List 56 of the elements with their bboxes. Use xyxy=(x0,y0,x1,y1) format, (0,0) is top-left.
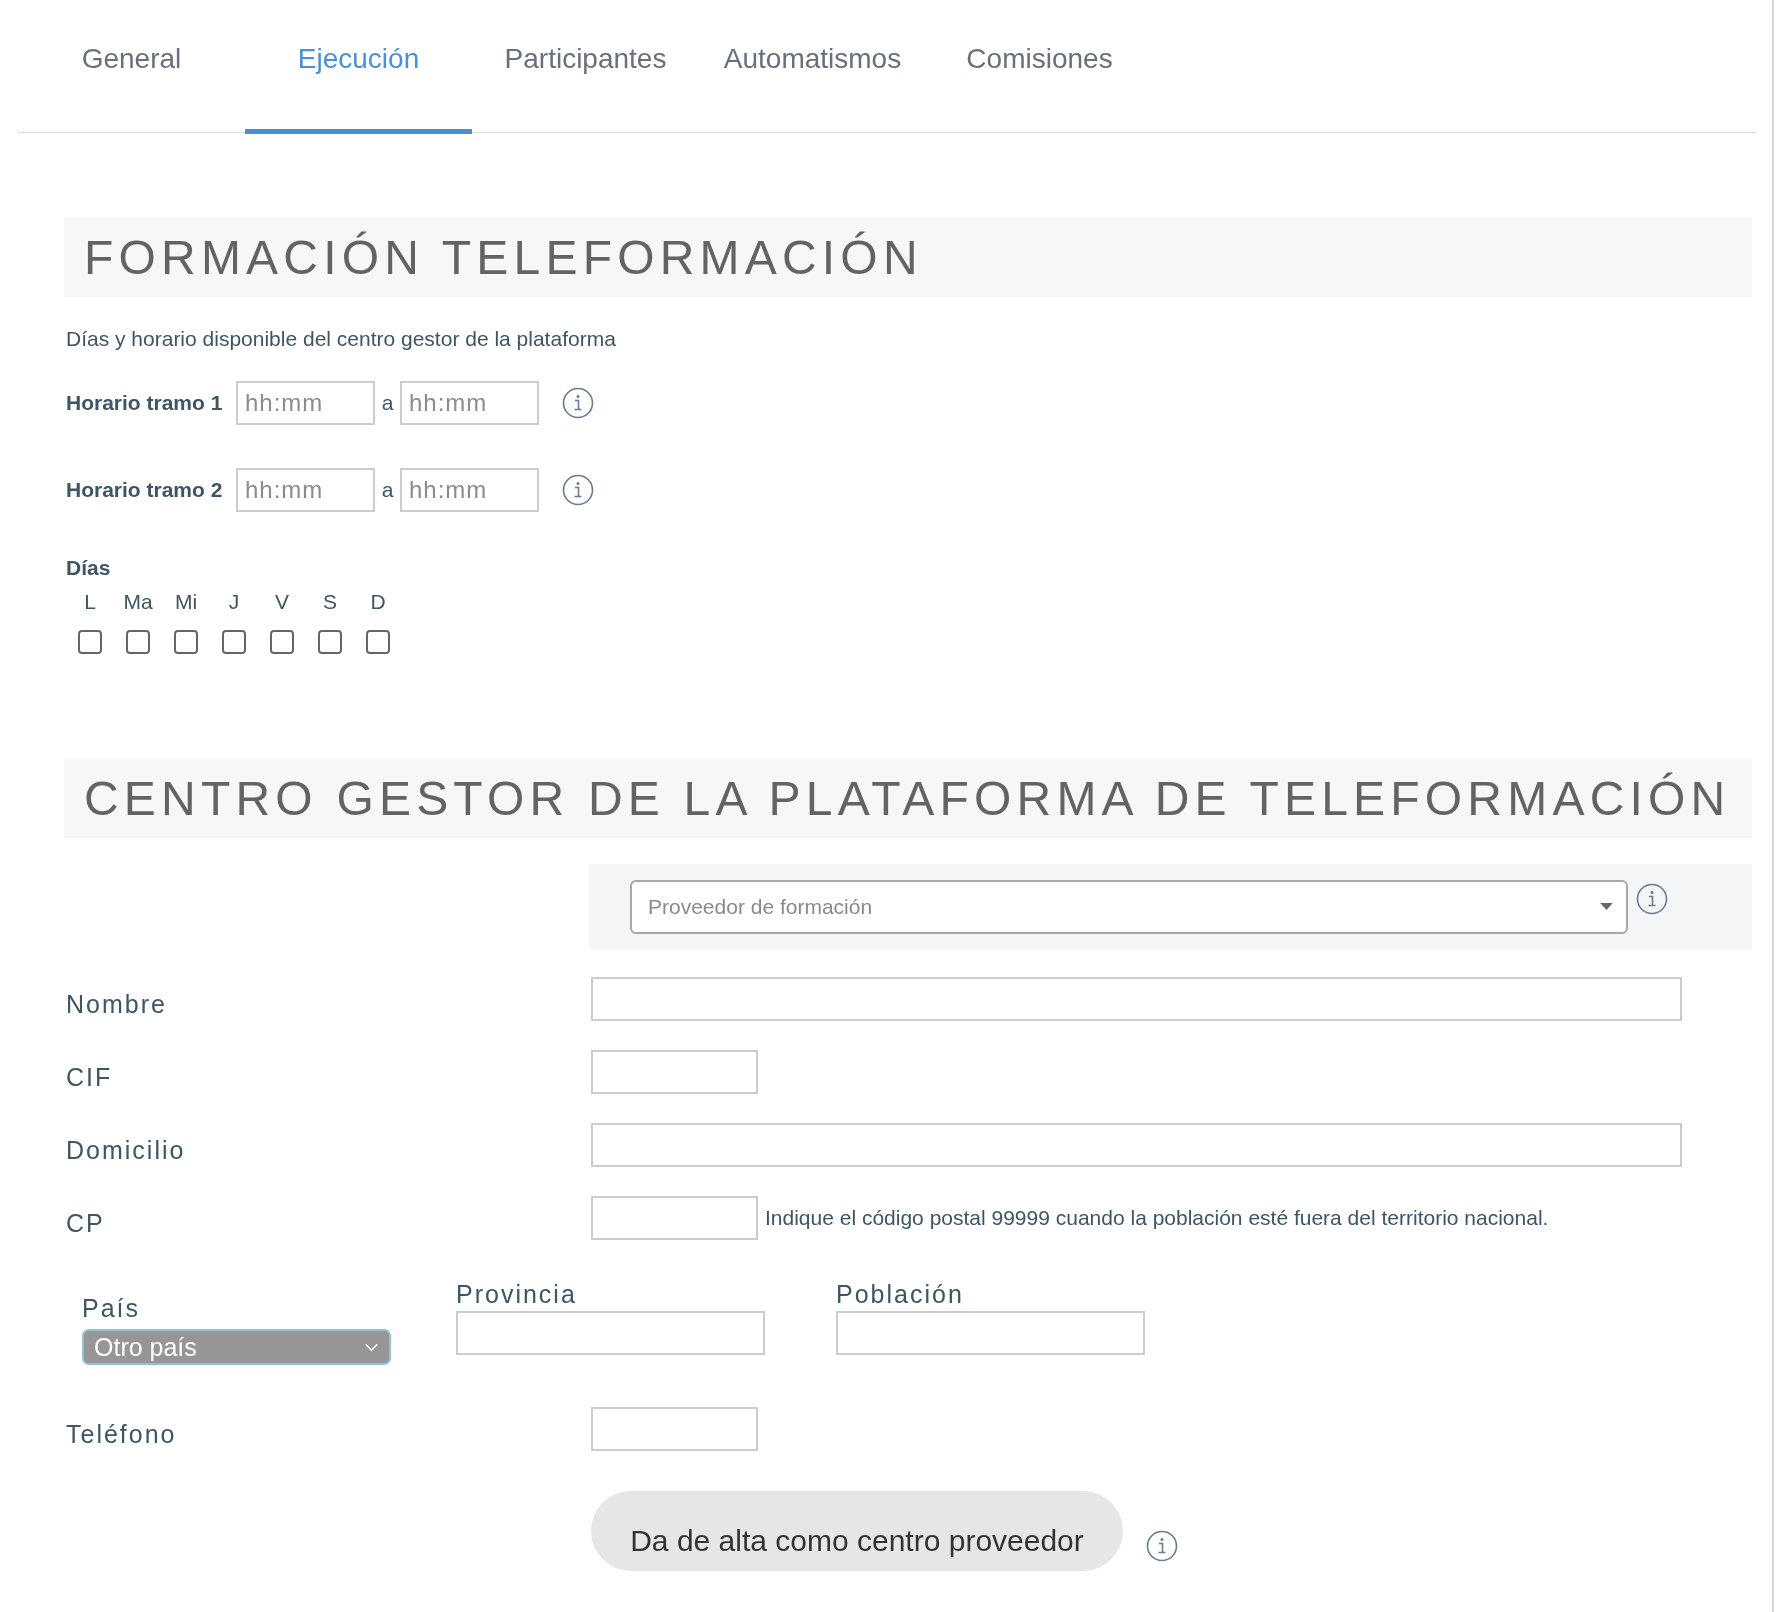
register-button[interactable]: Da de alta como centro proveedor xyxy=(591,1491,1123,1571)
field-label: Población xyxy=(836,1280,965,1309)
day-label: Mi xyxy=(173,590,199,614)
info-icon[interactable] xyxy=(562,387,594,419)
text-field[interactable] xyxy=(591,1050,758,1094)
day-label: J xyxy=(227,590,241,614)
time-field[interactable]: hh:mm xyxy=(236,381,375,425)
checkbox[interactable] xyxy=(126,630,150,654)
tab[interactable]: Comisiones xyxy=(926,0,1153,134)
field-label: CP xyxy=(66,1207,106,1238)
checkbox[interactable] xyxy=(270,630,294,654)
field-label: País xyxy=(82,1294,142,1323)
section-title: CENTRO GESTOR DE LA PLATAFORMA DE TELEFORMACIÓN xyxy=(84,770,1731,826)
chevron-icon xyxy=(364,1342,379,1352)
text-field[interactable] xyxy=(591,977,1682,1021)
time-field[interactable]: hh:mm xyxy=(400,468,539,512)
day-label: V xyxy=(274,590,290,614)
info-icon[interactable] xyxy=(1146,1530,1178,1562)
time-field[interactable]: hh:mm xyxy=(400,381,539,425)
checkbox[interactable] xyxy=(366,630,390,654)
hint-text: Indique el código postal 99999 cuando la población esté fuera del territorio nacional. xyxy=(765,1206,1549,1230)
separator-text: a xyxy=(380,478,395,502)
tab[interactable]: Participantes xyxy=(472,0,699,134)
tab[interactable]: Automatismos xyxy=(699,0,926,134)
field-label: Días xyxy=(66,556,112,580)
country-select[interactable]: Otro país xyxy=(82,1329,391,1365)
field-label: Horario tramo 1 xyxy=(66,391,224,415)
text-field[interactable] xyxy=(456,1311,765,1355)
field-label: CIF xyxy=(66,1061,114,1092)
day-label: L xyxy=(83,590,97,614)
text-field[interactable] xyxy=(836,1311,1145,1355)
tab[interactable]: Ejecución xyxy=(245,0,472,134)
field-label: Domicilio xyxy=(66,1134,187,1165)
section-title: FORMACIÓN TELEFORMACIÓN xyxy=(84,229,923,285)
field-label: Horario tramo 2 xyxy=(66,478,224,502)
info-icon[interactable] xyxy=(1636,882,1668,915)
provider-select[interactable]: Proveedor de formación xyxy=(630,879,1628,934)
day-label: D xyxy=(369,590,387,614)
caret-icon xyxy=(1599,902,1614,911)
checkbox[interactable] xyxy=(222,630,246,654)
checkbox[interactable] xyxy=(78,630,102,654)
field-label: Teléfono xyxy=(66,1418,178,1449)
day-label: Ma xyxy=(122,590,154,614)
text-field[interactable] xyxy=(591,1123,1682,1167)
checkbox[interactable] xyxy=(318,630,342,654)
day-label: S xyxy=(322,590,338,614)
text-field[interactable] xyxy=(591,1407,758,1451)
field-label: Provincia xyxy=(456,1280,578,1309)
time-field[interactable]: hh:mm xyxy=(236,468,375,512)
info-icon[interactable] xyxy=(562,474,594,506)
tab[interactable]: General xyxy=(18,0,245,134)
checkbox[interactable] xyxy=(174,630,198,654)
separator-text: a xyxy=(380,391,395,415)
description-text: Días y horario disponible del centro gestor de la plataforma xyxy=(66,327,617,351)
text-field[interactable] xyxy=(591,1196,758,1240)
field-label: Nombre xyxy=(66,988,168,1019)
